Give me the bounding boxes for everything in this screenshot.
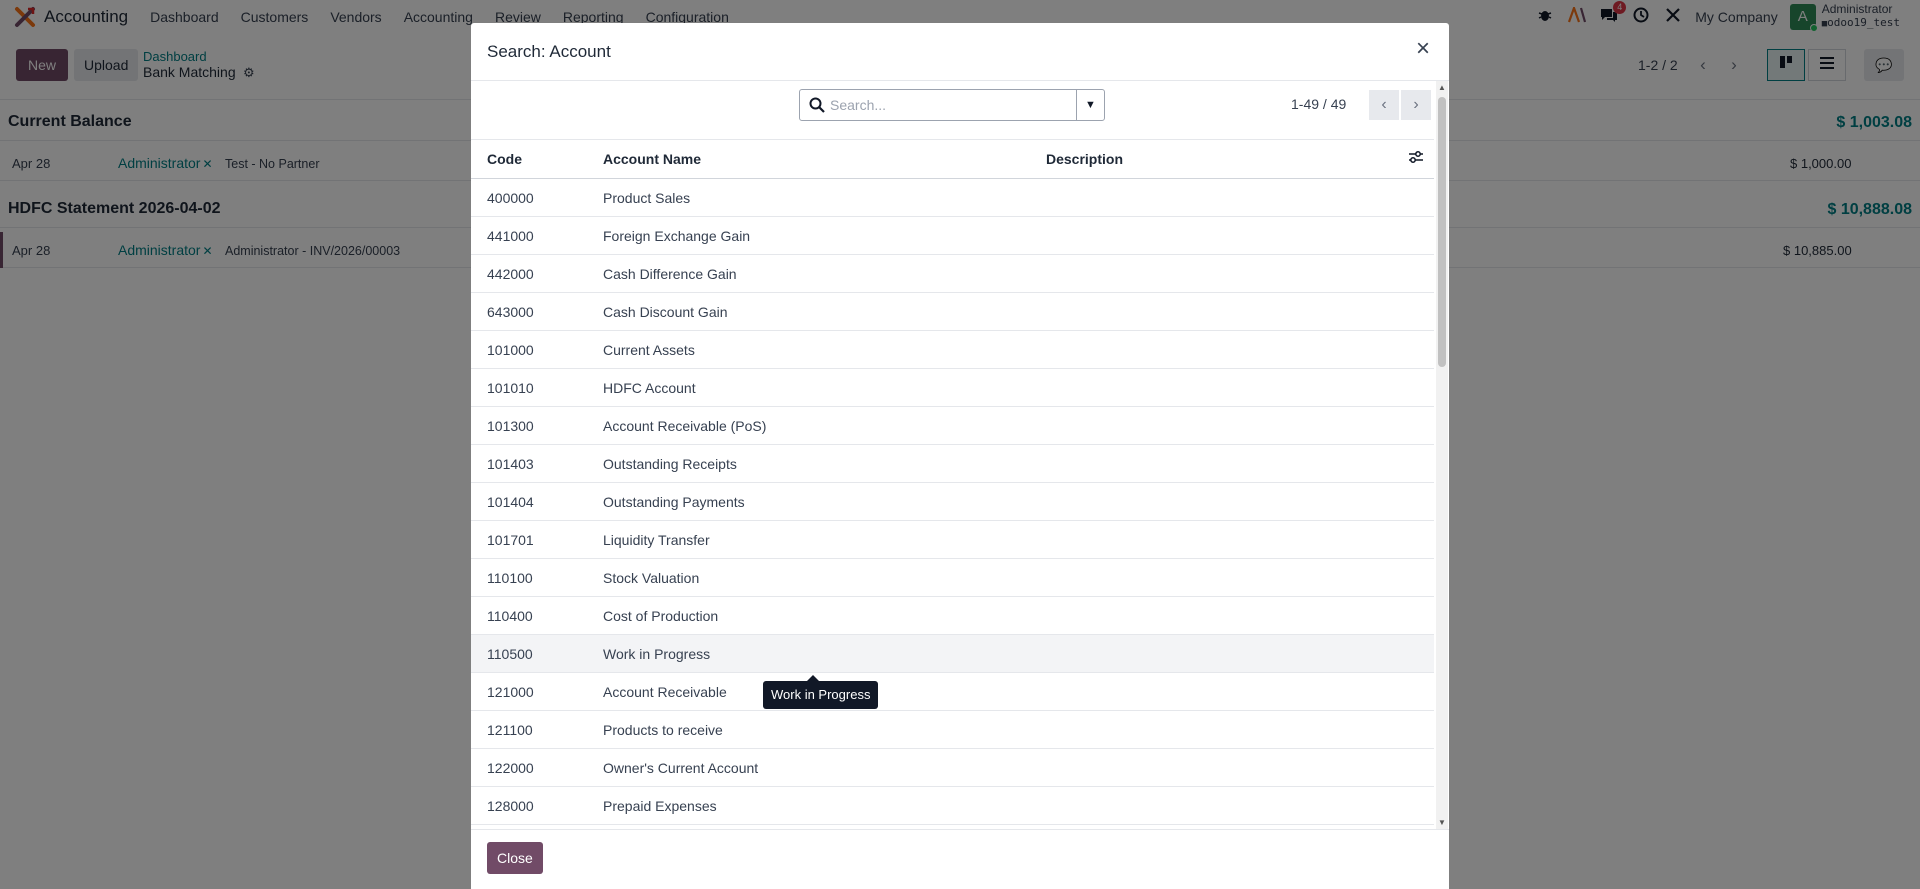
column-header-code[interactable]: Code (487, 151, 522, 167)
cell-account-name: Outstanding Receipts (603, 456, 737, 472)
table-row[interactable]: 101404 Outstanding Payments (471, 483, 1434, 521)
cell-account-name: Stock Valuation (603, 570, 700, 586)
cell-code: 121000 (487, 684, 534, 700)
column-header-description[interactable]: Description (1046, 151, 1123, 167)
cell-account-name: Account Receivable (603, 684, 727, 700)
dialog-scrollbar[interactable]: ▲ ▼ (1436, 81, 1448, 829)
cell-code: 122000 (487, 760, 534, 776)
table-row[interactable]: 101403 Outstanding Receipts (471, 445, 1434, 483)
tooltip-text: Work in Progress (771, 687, 871, 702)
cell-code: 441000 (487, 228, 534, 244)
cell-code: 101000 (487, 342, 534, 358)
scroll-up-arrow-icon: ▲ (1438, 83, 1446, 92)
cell-account-name: Work in Progress (603, 646, 711, 662)
cell-code: 110500 (487, 646, 533, 662)
cell-code: 110400 (487, 608, 533, 624)
dialog-header: Search: Account × (471, 23, 1449, 81)
cell-account-name: Products to receive (603, 722, 723, 738)
search-input[interactable] (830, 94, 1070, 116)
optional-columns-icon[interactable] (1408, 150, 1424, 168)
column-header-account-name[interactable]: Account Name (603, 151, 701, 167)
cell-account-name: Foreign Exchange Gain (603, 228, 751, 244)
table-row[interactable]: 121000 Account Receivable (471, 673, 1434, 711)
cell-account-name: Liquidity Transfer (603, 532, 710, 548)
search-bar[interactable]: ▼ (799, 89, 1105, 121)
cell-account-name: Cost of Production (603, 608, 719, 624)
cell-code: 643000 (487, 304, 534, 320)
table-row[interactable]: 643000 Cash Discount Gain (471, 293, 1434, 331)
dialog-pager-value[interactable]: 1-49 / 49 (1291, 96, 1346, 112)
dialog-body: ▼ 1-49 / 49 ‹ › Code Account Name Descri… (471, 81, 1449, 829)
dialog-footer: Close (471, 829, 1449, 889)
table-row[interactable]: 441000 Foreign Exchange Gain (471, 217, 1434, 255)
dialog-pager-previous-button[interactable]: ‹ (1369, 90, 1399, 120)
table-row[interactable]: 101010 HDFC Account (471, 369, 1434, 407)
cell-account-name: Account Receivable (PoS) (603, 418, 767, 434)
table-row[interactable]: 101300 Account Receivable (PoS) (471, 407, 1434, 445)
table-row[interactable]: 128000 Prepaid Expenses (471, 787, 1434, 825)
search-options-toggle[interactable]: ▼ (1076, 90, 1104, 120)
cell-code: 101404 (487, 494, 534, 510)
table-row[interactable]: 400000 Product Sales (471, 179, 1434, 217)
table-row[interactable]: 110400 Cost of Production (471, 597, 1434, 635)
cell-account-name: Prepaid Expenses (603, 798, 717, 814)
cell-account-name: Outstanding Payments (603, 494, 745, 510)
table-row[interactable]: 122000 Owner's Current Account (471, 749, 1434, 787)
cell-code: 101403 (487, 456, 534, 472)
table-row[interactable]: 442000 Cash Difference Gain (471, 255, 1434, 293)
cell-account-name: Product Sales (603, 190, 691, 206)
close-button[interactable]: Close (487, 842, 543, 874)
table-row[interactable]: 101701 Liquidity Transfer (471, 521, 1434, 559)
table-row[interactable]: 110500 Work in Progress (471, 635, 1434, 673)
table-header: Code Account Name Description (471, 139, 1434, 179)
cell-code: 121100 (487, 722, 533, 738)
cell-code: 400000 (487, 190, 534, 206)
tooltip: Work in Progress (763, 675, 879, 709)
cell-account-name: Cash Discount Gain (603, 304, 728, 320)
cell-code: 101701 (487, 532, 534, 548)
search-icon (809, 97, 825, 113)
cell-account-name: HDFC Account (603, 380, 696, 396)
dialog-pager-next-button[interactable]: › (1401, 90, 1431, 120)
table-row[interactable]: 121100 Products to receive (471, 711, 1434, 749)
table-row[interactable]: 101000 Current Assets (471, 331, 1434, 369)
table-row[interactable]: 110100 Stock Valuation (471, 559, 1434, 597)
close-icon[interactable]: × (1411, 37, 1435, 61)
cell-account-name: Owner's Current Account (603, 760, 759, 776)
scroll-down-arrow-icon: ▼ (1438, 818, 1446, 827)
search-account-dialog: Search: Account × ▼ 1-49 / 49 ‹ › Code A… (471, 23, 1449, 889)
cell-code: 101010 (487, 380, 534, 396)
cell-code: 101300 (487, 418, 534, 434)
cell-code: 442000 (487, 266, 534, 282)
dialog-title: Search: Account (487, 42, 611, 61)
accounts-table: Code Account Name Description 400000 Prod… (471, 139, 1434, 825)
cell-code: 128000 (487, 798, 534, 814)
cell-code: 110100 (487, 570, 533, 586)
tooltip-arrow (807, 675, 819, 681)
caret-down-icon: ▼ (1085, 99, 1096, 111)
cell-account-name: Cash Difference Gain (603, 266, 737, 282)
cell-account-name: Current Assets (603, 342, 695, 358)
scrollbar-thumb[interactable] (1438, 97, 1446, 367)
